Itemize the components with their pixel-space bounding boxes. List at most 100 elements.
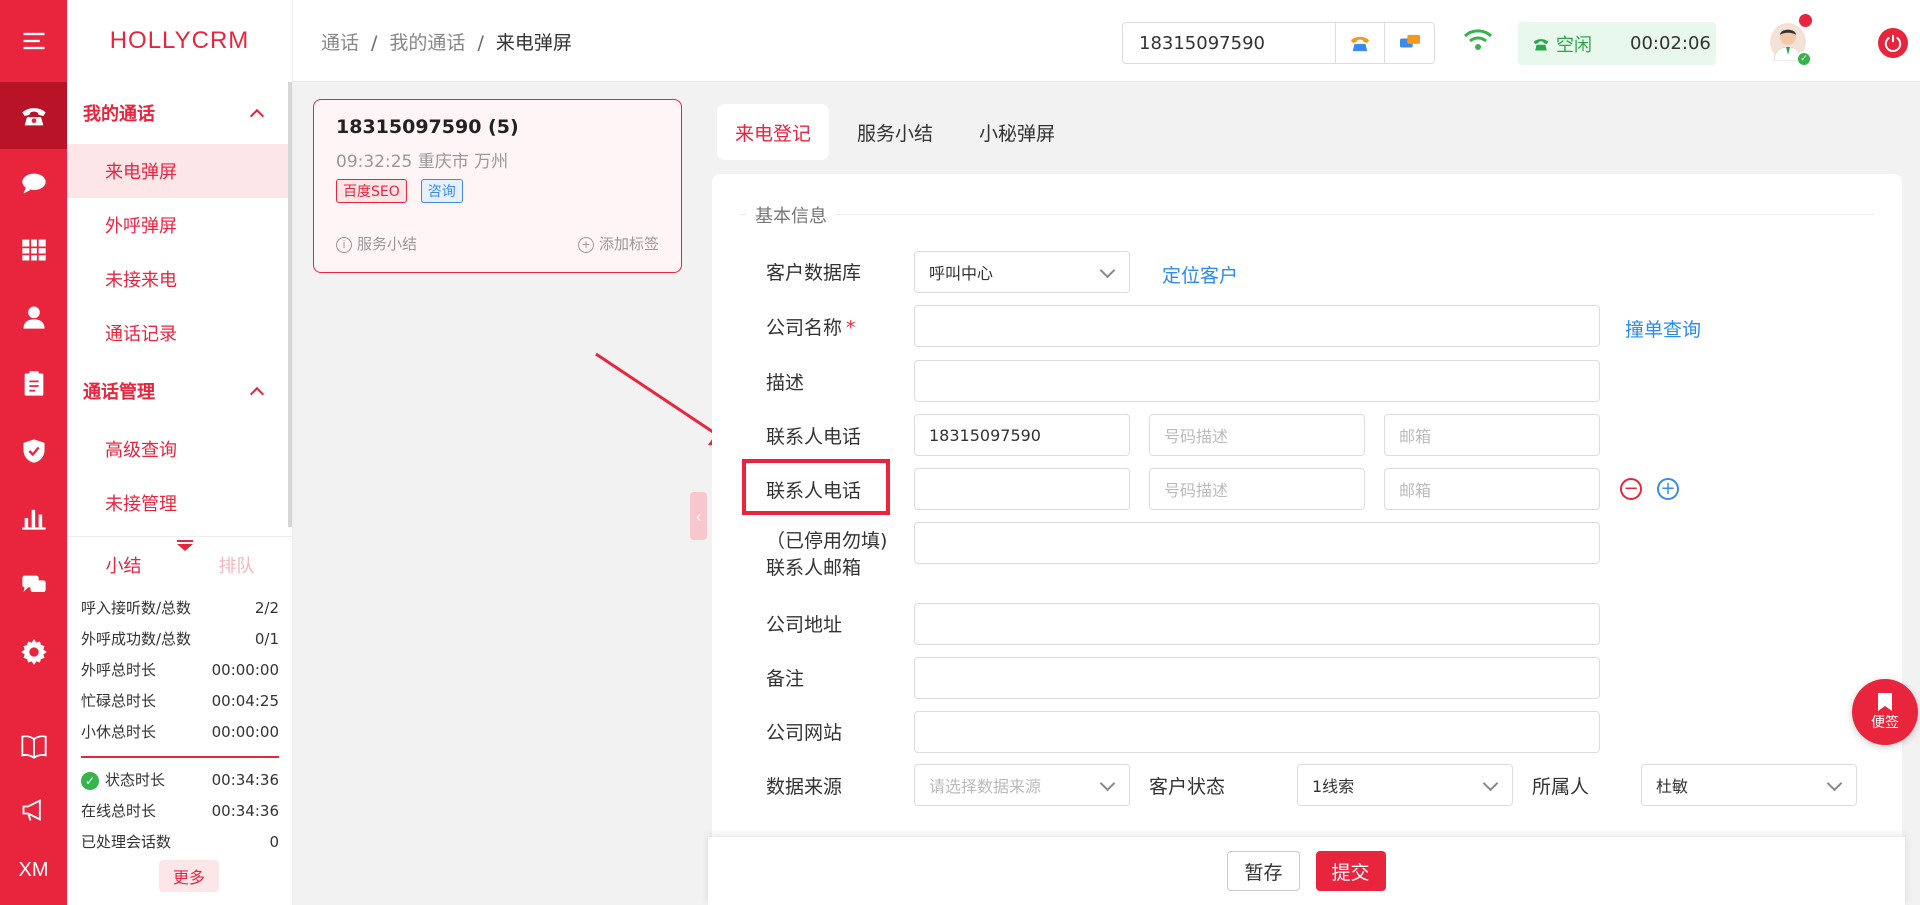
check-icon: ✓ <box>81 771 99 790</box>
tab-queue-label: 排队 <box>218 555 255 577</box>
stat-row: ✓ 状态时长 00:34:36 <box>81 764 279 795</box>
customer-status-select[interactable]: 1线索 <box>1297 764 1513 806</box>
status-label: 空闲 <box>1556 34 1592 56</box>
tag-baidu-seo: 百度SEO <box>336 179 407 203</box>
divider <box>81 756 279 758</box>
shield-icon[interactable] <box>0 417 67 484</box>
nav-item-missed-management[interactable]: 未接管理 <box>67 476 292 530</box>
gear-icon[interactable] <box>0 618 67 685</box>
power-icon[interactable] <box>1878 28 1908 58</box>
nav-item-missed-calls[interactable]: 未接来电 <box>67 252 292 306</box>
call-tags: 百度SEO 咨询 <box>336 179 659 203</box>
data-source-label: 数据来源 <box>766 776 843 798</box>
chat-icon[interactable] <box>0 149 67 216</box>
tab-summary-label: 小结 <box>105 555 142 577</box>
breadcrumb-item[interactable]: 我的通话 <box>389 32 465 54</box>
company-address-label: 公司地址 <box>766 614 843 636</box>
service-summary-action[interactable]: i 服务小结 <box>336 233 417 254</box>
tag-consult: 咨询 <box>420 179 463 203</box>
contact-phone-label: 联系人电话 <box>766 426 862 448</box>
chevron-up-icon <box>249 108 265 123</box>
customer-status-label: 客户状态 <box>1149 776 1226 798</box>
call-card[interactable]: 18315097590 (5) 09:32:25 重庆市 万州 百度SEO 咨询… <box>313 99 682 273</box>
stat-row: 在线总时长 00:34:36 <box>81 801 279 821</box>
book-icon[interactable] <box>0 716 67 776</box>
duplicate-query-link[interactable]: 撞单查询 <box>1625 315 1701 342</box>
stat-row: 外呼成功数/总数 0/1 <box>81 629 279 649</box>
main-tabs: 来电登记 服务小结 小秘弹屏 <box>717 104 1073 160</box>
stat-row: 呼入接听数/总数 2/2 <box>81 598 279 618</box>
contact-phone-input[interactable]: 18315097590 <box>914 414 1130 456</box>
collapse-panel-button[interactable]: ‹ <box>690 492 707 540</box>
nav-item-advanced-query[interactable]: 高级查询 <box>67 422 292 476</box>
agent-status[interactable]: 空闲 00:02:06 <box>1518 22 1716 65</box>
add-phone-icon[interactable]: + <box>1657 478 1679 500</box>
top-header: 通话 / 我的通话 / 来电弹屏 18315097590 空闲 00:02:06 ✓ <box>293 0 1920 82</box>
status-idle: 空闲 <box>1532 31 1592 57</box>
wifi-icon <box>1463 28 1493 56</box>
phone-input[interactable]: 18315097590 <box>1123 33 1335 54</box>
tab-secretary-popup[interactable]: 小秘弹屏 <box>961 104 1073 160</box>
owner-select[interactable]: 杜敏 <box>1641 764 1857 806</box>
section-title: 基本信息 <box>747 202 835 228</box>
megaphone-icon[interactable] <box>0 780 67 840</box>
stat-row: 小休总时长 00:00:00 <box>81 722 279 742</box>
description-label: 描述 <box>766 372 805 394</box>
breadcrumb: 通话 / 我的通话 / 来电弹屏 <box>321 32 572 54</box>
nav-group-call-management[interactable]: 通话管理 <box>67 360 292 422</box>
menu-icon[interactable] <box>0 0 67 82</box>
user-icon[interactable] <box>0 283 67 350</box>
save-draft-button[interactable]: 暂存 <box>1227 851 1300 891</box>
chevron-up-icon <box>249 386 265 401</box>
filter-caret-icon[interactable] <box>177 540 193 551</box>
stat-row: 已处理会话数 0 <box>81 832 279 852</box>
nav-item-call-records[interactable]: 通话记录 <box>67 306 292 360</box>
contact-email-input[interactable] <box>914 522 1600 564</box>
online-check-icon: ✓ <box>1796 51 1812 67</box>
company-name-label: 公司名称 * <box>766 317 856 339</box>
tab-summary[interactable]: 小结 <box>67 537 180 592</box>
phone-icon[interactable] <box>0 82 67 149</box>
sidebar-scrollbar[interactable] <box>288 82 292 527</box>
nav-item-outgoing-popup[interactable]: 外呼弹屏 <box>67 198 292 252</box>
contact-phone-label-2: 联系人电话 <box>766 480 862 502</box>
remark-input[interactable] <box>914 657 1600 699</box>
breadcrumb-item[interactable]: 通话 <box>321 32 359 54</box>
chat-bubble-icon[interactable] <box>1384 23 1434 63</box>
bar-chart-icon[interactable] <box>0 484 67 551</box>
sticky-note-button[interactable]: 便签 <box>1852 679 1918 745</box>
add-tag-action[interactable]: + 添加标签 <box>577 233 659 254</box>
email-input[interactable]: 邮箱 <box>1384 414 1600 456</box>
customer-db-select[interactable]: 呼叫中心 <box>914 251 1130 293</box>
tab-service-summary[interactable]: 服务小结 <box>839 104 951 160</box>
message-icon[interactable] <box>0 551 67 618</box>
grid-icon[interactable] <box>0 216 67 283</box>
nav-group-label: 我的通话 <box>83 104 155 125</box>
dial-phone-icon[interactable] <box>1334 23 1385 63</box>
clipboard-icon[interactable] <box>0 350 67 417</box>
brand-logo: HOLLYCRM <box>109 27 250 54</box>
more-button[interactable]: 更多 <box>159 860 219 892</box>
phone-description-input-2[interactable]: 号码描述 <box>1149 468 1365 510</box>
contact-email-label: （已停用勿填) 联系人邮箱 <box>766 530 888 579</box>
data-source-select[interactable]: 请选择数据来源 <box>914 764 1130 806</box>
remove-phone-icon[interactable]: − <box>1620 478 1642 500</box>
plus-icon: + <box>577 236 594 253</box>
tab-incoming-register[interactable]: 来电登记 <box>717 104 830 160</box>
locate-customer-link[interactable]: 定位客户 <box>1162 261 1238 288</box>
nav-item-incoming-popup[interactable]: 来电弹屏 <box>67 144 292 198</box>
contact-phone-input-2[interactable] <box>914 468 1130 510</box>
company-website-input[interactable] <box>914 711 1600 753</box>
sticky-note-label: 便签 <box>1871 715 1899 731</box>
email-input-2[interactable]: 邮箱 <box>1384 468 1600 510</box>
nav-group-my-calls[interactable]: 我的通话 <box>67 82 292 144</box>
description-input[interactable] <box>914 360 1600 402</box>
tab-queue[interactable]: 排队 <box>180 537 293 592</box>
company-address-input[interactable] <box>914 603 1600 645</box>
customer-db-label: 客户数据库 <box>766 262 862 284</box>
avatar[interactable]: ✓ <box>1770 14 1812 67</box>
submit-button[interactable]: 提交 <box>1315 851 1386 891</box>
company-name-input[interactable] <box>914 305 1600 347</box>
stat-row: 忙碌总时长 00:04:25 <box>81 691 279 711</box>
phone-description-input[interactable]: 号码描述 <box>1149 414 1365 456</box>
